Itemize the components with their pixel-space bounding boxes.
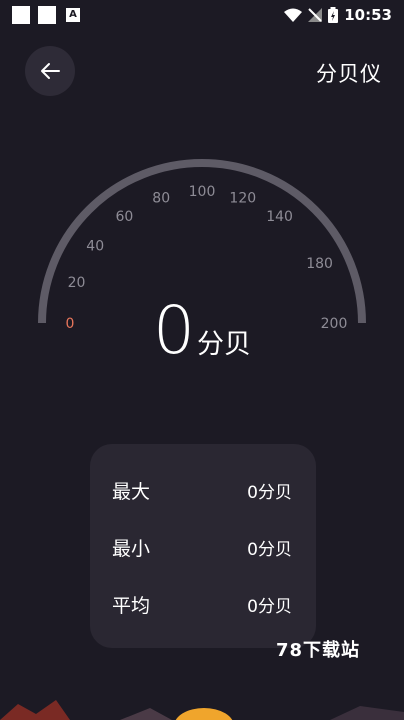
stat-label: 最大	[112, 480, 151, 503]
stat-value: 0分贝	[247, 539, 292, 560]
stat-label: 最小	[112, 537, 151, 560]
stat-value: 0分贝	[247, 596, 292, 617]
no-signal-icon	[308, 8, 323, 22]
current-value: 0	[153, 292, 195, 369]
wifi-icon	[284, 8, 303, 22]
gauge-tick-label: 120	[229, 191, 256, 207]
bottom-decoration	[0, 700, 404, 720]
stats-card: 最大 0分贝 最小 0分贝 平均 0分贝	[90, 444, 316, 648]
status-right: 10:53	[284, 4, 392, 26]
gauge-tick-label: 60	[115, 209, 133, 225]
current-reading: 0分贝	[0, 292, 404, 369]
stat-row-max: 最大 0分贝	[112, 476, 292, 504]
gauge-tick-label: 180	[306, 256, 333, 272]
stat-row-avg: 平均 0分贝	[112, 590, 292, 618]
status-time: 10:53	[344, 6, 392, 24]
current-unit: 分贝	[197, 329, 251, 360]
status-bar: A 10:53	[0, 0, 404, 30]
notification-icon	[38, 6, 56, 24]
watermark: 78下载站	[276, 640, 361, 661]
gauge-tick-label: 20	[68, 275, 86, 291]
stat-value: 0分贝	[247, 482, 292, 503]
back-button[interactable]	[25, 46, 75, 96]
stat-row-min: 最小 0分贝	[112, 533, 292, 561]
app-notification-icon: A	[66, 8, 80, 22]
gauge-tick-label: 100	[189, 184, 216, 200]
stat-label: 平均	[112, 594, 151, 617]
gauge-tick-label: 40	[86, 238, 104, 254]
battery-charging-icon	[328, 7, 339, 23]
notification-icon	[12, 6, 30, 24]
gauge-tick-label: 80	[152, 191, 170, 207]
arrow-left-icon	[41, 63, 60, 79]
header: 分贝仪	[0, 44, 404, 104]
page-title: 分贝仪	[316, 62, 382, 86]
gauge-tick-label: 140	[266, 209, 293, 225]
